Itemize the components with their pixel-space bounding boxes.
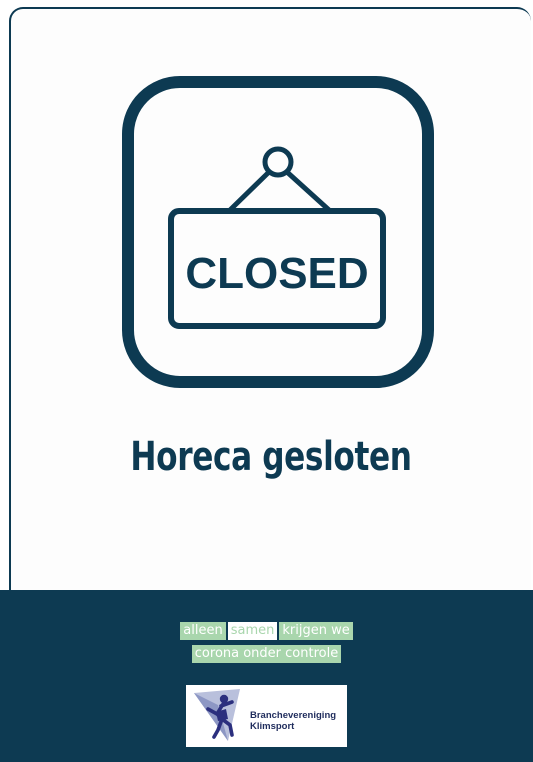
footer-banner: alleen samen krijgen we corona onder contr… (0, 590, 533, 762)
slogan-word-highlight: samen (227, 622, 278, 640)
climber-logo-icon (194, 689, 240, 741)
slogan-word: corona onder controle (191, 645, 342, 663)
slogan-word: krijgen we (279, 622, 353, 640)
slogan-line-2: corona onder controle (0, 645, 533, 663)
page-title: Horeca gesloten (130, 434, 412, 480)
organization-logo: Branchevereniging Klimsport (186, 685, 347, 747)
logo-line-1: Branchevereniging (250, 710, 337, 721)
logo-text: Branchevereniging Klimsport (250, 710, 336, 732)
closed-sign-icon: CLOSED (122, 76, 434, 392)
slogan-word: alleen (180, 622, 226, 640)
sign-text: CLOSED (185, 249, 368, 298)
logo-line-2: Klimsport (250, 721, 295, 732)
slogan-line-1: alleen samen krijgen we (0, 622, 533, 640)
